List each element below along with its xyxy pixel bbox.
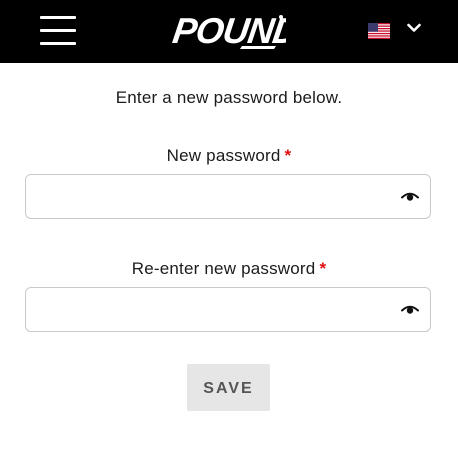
confirm-password-label: Re-enter new password * bbox=[0, 259, 458, 279]
confirm-password-field[interactable] bbox=[25, 287, 431, 332]
menu-line bbox=[40, 29, 76, 32]
menu-line bbox=[40, 42, 76, 45]
logo-registered-mark bbox=[279, 15, 283, 19]
pound-logo[interactable]: POUND bbox=[170, 10, 302, 51]
new-password-input[interactable] bbox=[38, 184, 392, 212]
required-marker: * bbox=[284, 146, 292, 165]
logo-text: POUND bbox=[172, 10, 286, 50]
new-password-label-text: New password bbox=[166, 146, 281, 165]
chevron-down-icon bbox=[407, 23, 421, 32]
new-password-field[interactable] bbox=[25, 174, 431, 219]
instruction-text: Enter a new password below. bbox=[115, 88, 343, 107]
logo-underline bbox=[240, 46, 276, 49]
eye-icon[interactable] bbox=[401, 191, 419, 203]
required-marker: * bbox=[319, 259, 327, 278]
pound-logo-mark: POUND bbox=[170, 10, 302, 51]
confirm-password-label-text: Re-enter new password bbox=[131, 259, 316, 278]
save-button[interactable]: SAVE bbox=[187, 364, 270, 411]
menu-line bbox=[40, 16, 76, 19]
us-flag-icon bbox=[368, 23, 390, 39]
new-password-label: New password * bbox=[0, 146, 458, 166]
eye-icon[interactable] bbox=[401, 304, 419, 316]
confirm-password-input[interactable] bbox=[38, 297, 392, 325]
hamburger-menu-button[interactable] bbox=[38, 14, 76, 48]
top-navigation-bar: POUND bbox=[0, 0, 458, 63]
language-selector[interactable] bbox=[366, 18, 430, 44]
